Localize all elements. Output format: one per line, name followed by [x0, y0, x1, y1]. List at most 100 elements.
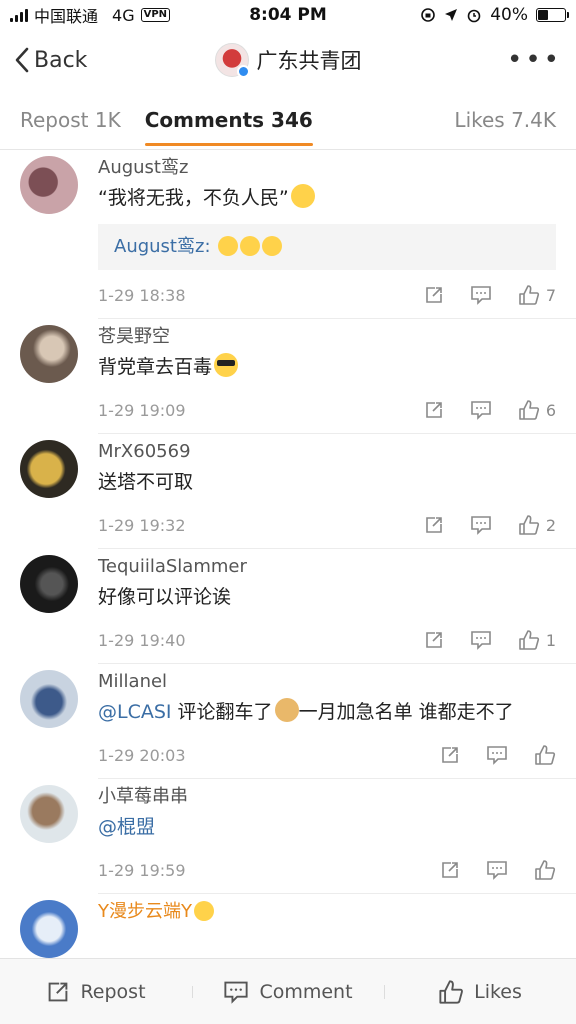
- reply-button[interactable]: [470, 285, 492, 305]
- battery-level-fill: [538, 10, 549, 20]
- comment-date: 1-29 19:40: [98, 630, 186, 650]
- emoji-icon: [240, 236, 261, 256]
- carrier-name: 中国联通: [34, 7, 99, 26]
- page-title: 广东共青团: [256, 49, 362, 73]
- comment-date: 1-29 20:03: [98, 745, 186, 765]
- comment-actions: 7: [424, 284, 556, 306]
- status-right: 40%: [366, 5, 569, 25]
- comment-username[interactable]: August鸾z: [98, 156, 556, 180]
- reply-button[interactable]: [470, 630, 492, 650]
- share-icon: [426, 287, 442, 303]
- comment-text-body-2: 一月加急名单 谁都走不了: [298, 701, 514, 723]
- like-button[interactable]: 2: [518, 514, 556, 536]
- comment-username[interactable]: TequiilaSlammer: [98, 555, 556, 579]
- share-button[interactable]: [424, 400, 444, 420]
- share-button[interactable]: [424, 515, 444, 535]
- emoji-icon: [218, 236, 239, 256]
- reply-button[interactable]: [486, 745, 508, 765]
- reply-username: August鸾z:: [114, 236, 211, 257]
- share-button[interactable]: [424, 630, 444, 650]
- bottom-action-bar: Repost Comment Likes: [0, 958, 576, 1024]
- page-title-group[interactable]: 广东共青团: [154, 43, 422, 78]
- likes-button[interactable]: Likes: [384, 979, 576, 1005]
- like-count: 1: [545, 630, 556, 650]
- share-icon: [49, 982, 68, 1001]
- comment-username[interactable]: 苍昊野空: [98, 325, 556, 349]
- avatar[interactable]: [20, 440, 78, 498]
- tab-comments[interactable]: Comments 346: [144, 108, 313, 146]
- comment-text-body: 背党章去百毒: [98, 356, 213, 378]
- mention-link[interactable]: @棍盟: [98, 816, 155, 838]
- comment-item: Y漫步云端Y: [20, 893, 576, 958]
- comment-date: 1-29 19:09: [98, 400, 186, 420]
- battery-percent: 40%: [490, 5, 528, 25]
- comment-icon: [487, 746, 507, 765]
- thumbs-up-icon: [439, 979, 464, 1004]
- comment-item: Millanel @LCASI 评论翻车了 一月加急名单 谁都走不了 1-29 2…: [20, 663, 576, 778]
- tab-bar: Repost 1K Comments 346 Likes 7.4K: [0, 90, 576, 150]
- share-icon: [442, 747, 458, 763]
- comment-username[interactable]: Millanel: [98, 670, 556, 694]
- avatar[interactable]: [20, 785, 78, 843]
- comment-icon: [471, 401, 491, 420]
- thumbs-up-icon: [535, 745, 556, 765]
- alarm-icon: [467, 9, 481, 23]
- verified-badge-icon: [236, 65, 250, 78]
- sunglasses-emoji-icon: [214, 353, 239, 377]
- share-button[interactable]: [424, 285, 444, 305]
- status-time: 8:04 PM: [249, 5, 327, 25]
- avatar[interactable]: [20, 900, 78, 958]
- reply-preview[interactable]: August鸾z:: [98, 224, 556, 270]
- back-button[interactable]: Back: [14, 47, 154, 73]
- tab-repost[interactable]: Repost 1K: [20, 108, 121, 132]
- repost-button[interactable]: Repost: [0, 980, 192, 1004]
- likes-label: Likes: [474, 980, 522, 1003]
- comment-icon: [224, 981, 249, 1004]
- comment-item: TequiilaSlammer 好像可以评论诶 1-29 19:40 1: [20, 548, 576, 663]
- comment-label: Comment: [259, 980, 353, 1003]
- comment-button[interactable]: Comment: [192, 980, 384, 1004]
- like-button[interactable]: 7: [518, 284, 556, 306]
- like-count: 7: [545, 285, 556, 305]
- like-button[interactable]: 1: [518, 629, 556, 651]
- comment-meta: 1-29 18:38 7: [98, 272, 556, 318]
- tab-likes[interactable]: Likes 7.4K: [454, 108, 556, 132]
- battery-icon: [536, 8, 569, 22]
- comment-actions: 2: [424, 514, 556, 536]
- mention-link[interactable]: @LCASI: [98, 701, 172, 723]
- avatar[interactable]: [20, 555, 78, 613]
- avatar[interactable]: [20, 156, 78, 214]
- back-label: Back: [34, 47, 88, 73]
- comment-username[interactable]: 小草莓串串: [98, 785, 556, 809]
- comment-username[interactable]: Y漫步云端Y: [98, 900, 556, 924]
- reply-button[interactable]: [470, 515, 492, 535]
- share-icon: [426, 517, 442, 533]
- status-bar: 中国联通 4G VPN 8:04 PM 40%: [0, 0, 576, 30]
- like-button[interactable]: [534, 859, 556, 881]
- avatar[interactable]: [20, 325, 78, 383]
- more-options-button[interactable]: •••: [422, 45, 562, 75]
- reply-button[interactable]: [486, 860, 508, 880]
- reply-button[interactable]: [470, 400, 492, 420]
- comment-icon: [471, 516, 491, 535]
- comment-username[interactable]: MrX60569: [98, 440, 556, 464]
- comment-actions: 6: [424, 399, 556, 421]
- doge-emoji-icon: [274, 698, 299, 722]
- rotation-lock-icon: [421, 8, 436, 22]
- share-icon: [426, 632, 442, 648]
- like-count: 6: [545, 400, 556, 420]
- like-count: 2: [545, 515, 556, 535]
- share-button[interactable]: [440, 745, 460, 765]
- avatar[interactable]: [20, 670, 78, 728]
- comment-icon: [471, 631, 491, 650]
- share-button[interactable]: [440, 860, 460, 880]
- comment-text: @棍盟: [98, 809, 556, 845]
- chevron-left-icon: [15, 47, 29, 73]
- like-button[interactable]: [534, 744, 556, 766]
- like-button[interactable]: 6: [518, 399, 556, 421]
- comment-text: @LCASI 评论翻车了 一月加急名单 谁都走不了: [98, 694, 556, 730]
- comment-meta: 1-29 19:59: [98, 847, 556, 893]
- comment-text: 好像可以评论诶: [98, 586, 232, 608]
- comment-text-body: “我将无我，不负人民”: [98, 187, 289, 209]
- thumbs-up-icon: [519, 515, 539, 535]
